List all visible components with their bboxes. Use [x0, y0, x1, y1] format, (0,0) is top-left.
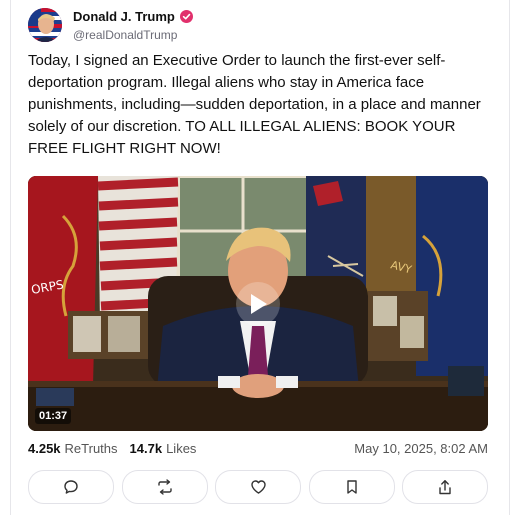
name-row: Donald J. Trump — [73, 9, 193, 24]
author-names: Donald J. Trump @realDonaldTrump — [73, 9, 193, 42]
avatar[interactable] — [28, 8, 62, 42]
play-icon — [251, 294, 267, 314]
post-stats: 4.25k ReTruths 14.7k Likes May 10, 2025, 8… — [28, 441, 488, 456]
retruth-icon — [157, 479, 172, 495]
post-header: Donald J. Trump @realDonaldTrump — [28, 8, 193, 42]
author-display-name[interactable]: Donald J. Trump — [73, 9, 175, 24]
share-icon — [439, 479, 451, 494]
play-button[interactable] — [236, 282, 280, 326]
avatar-image — [28, 8, 62, 42]
heart-icon — [250, 480, 266, 494]
retruths-label: ReTruths — [64, 441, 118, 456]
post-actions — [28, 470, 488, 504]
comment-icon — [64, 480, 78, 494]
video-duration: 01:37 — [35, 408, 72, 424]
post-text: Today, I signed an Executive Order to la… — [28, 52, 485, 157]
share-button[interactable] — [402, 470, 488, 504]
post-timestamp[interactable]: May 10, 2025, 8:02 AM — [354, 441, 488, 456]
post-card: Donald J. Trump @realDonaldTrump Today, … — [10, 0, 510, 515]
verified-badge-icon — [179, 9, 193, 23]
likes-stat[interactable]: 14.7k Likes — [130, 441, 197, 456]
video-player[interactable]: ORPS AVY 01:37 — [28, 176, 488, 431]
bookmark-button[interactable] — [308, 470, 395, 504]
like-button[interactable] — [215, 470, 301, 504]
retruths-stat[interactable]: 4.25k ReTruths — [28, 441, 118, 456]
likes-label: Likes — [166, 441, 197, 456]
reply-button[interactable] — [28, 470, 114, 504]
bookmark-icon — [346, 480, 357, 494]
author-handle[interactable]: @realDonaldTrump — [73, 28, 193, 42]
retruths-count: 4.25k — [28, 441, 61, 456]
retruth-button[interactable] — [121, 470, 208, 504]
likes-count: 14.7k — [129, 441, 163, 456]
